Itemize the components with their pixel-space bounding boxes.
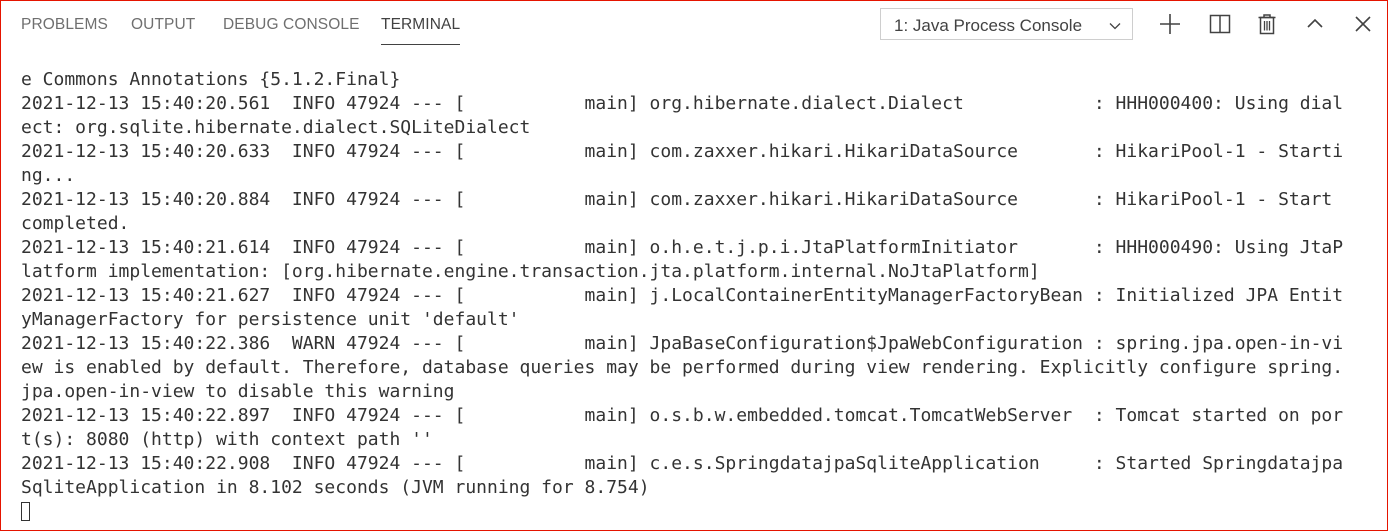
- terminal-line: 2021-12-13 15:40:21.627 INFO 47924 --- […: [21, 285, 1344, 306]
- terminal-line: jpa.open-in-view to disable this warning: [21, 381, 455, 402]
- terminal-cursor: [21, 502, 30, 521]
- terminal-line: latform implementation: [org.hibernate.e…: [21, 261, 1040, 282]
- tab-debug-console[interactable]: DEBUG CONSOLE: [223, 16, 360, 36]
- terminal-line: ect: org.sqlite.hibernate.dialect.SQLite…: [21, 117, 531, 138]
- chevron-down-icon: [1108, 18, 1122, 32]
- tab-problems[interactable]: PROBLEMS: [21, 16, 108, 36]
- terminal-line: 2021-12-13 15:40:21.614 INFO 47924 --- […: [21, 237, 1344, 258]
- close-icon[interactable]: [1351, 12, 1375, 36]
- terminal-line: 2021-12-13 15:40:20.561 INFO 47924 --- […: [21, 93, 1344, 114]
- plus-icon[interactable]: [1158, 12, 1182, 36]
- terminal-line: yManagerFactory for persistence unit 'de…: [21, 309, 520, 330]
- trash-icon[interactable]: [1255, 12, 1279, 36]
- chevron-up-icon[interactable]: [1303, 12, 1327, 36]
- terminal-line: t(s): 8080 (http) with context path '': [21, 429, 433, 450]
- terminal-line: 2021-12-13 15:40:20.884 INFO 47924 --- […: [21, 189, 1333, 210]
- terminal-line: e Commons Annotations {5.1.2.Final}: [21, 69, 401, 90]
- terminal-panel: PROBLEMS OUTPUT DEBUG CONSOLE TERMINAL 1…: [0, 0, 1388, 531]
- active-tab-indicator: [381, 44, 461, 45]
- tab-terminal[interactable]: TERMINAL: [381, 16, 461, 45]
- terminal-line: 2021-12-13 15:40:22.897 INFO 47924 --- […: [21, 405, 1344, 426]
- terminal-line: SqliteApplication in 8.102 seconds (JVM …: [21, 477, 650, 498]
- tab-terminal-label: TERMINAL: [381, 16, 461, 33]
- tab-output[interactable]: OUTPUT: [131, 16, 195, 36]
- panel-tab-bar: PROBLEMS OUTPUT DEBUG CONSOLE TERMINAL 1…: [1, 1, 1387, 51]
- terminal-selector-value: 1: Java Process Console: [894, 16, 1083, 35]
- terminal-line: completed.: [21, 213, 130, 234]
- terminal-line: 2021-12-13 15:40:22.386 WARN 47924 --- […: [21, 333, 1344, 354]
- terminal-line: ng...: [21, 165, 76, 186]
- terminal-line: 2021-12-13 15:40:20.633 INFO 47924 --- […: [21, 141, 1344, 162]
- terminal-output[interactable]: e Commons Annotations {5.1.2.Final} 2021…: [1, 65, 1387, 527]
- split-icon[interactable]: [1208, 12, 1232, 36]
- terminal-line: ew is enabled by default. Therefore, dat…: [21, 357, 1344, 378]
- terminal-selector-dropdown[interactable]: 1: Java Process Console: [880, 8, 1133, 40]
- terminal-line: 2021-12-13 15:40:22.908 INFO 47924 --- […: [21, 453, 1344, 474]
